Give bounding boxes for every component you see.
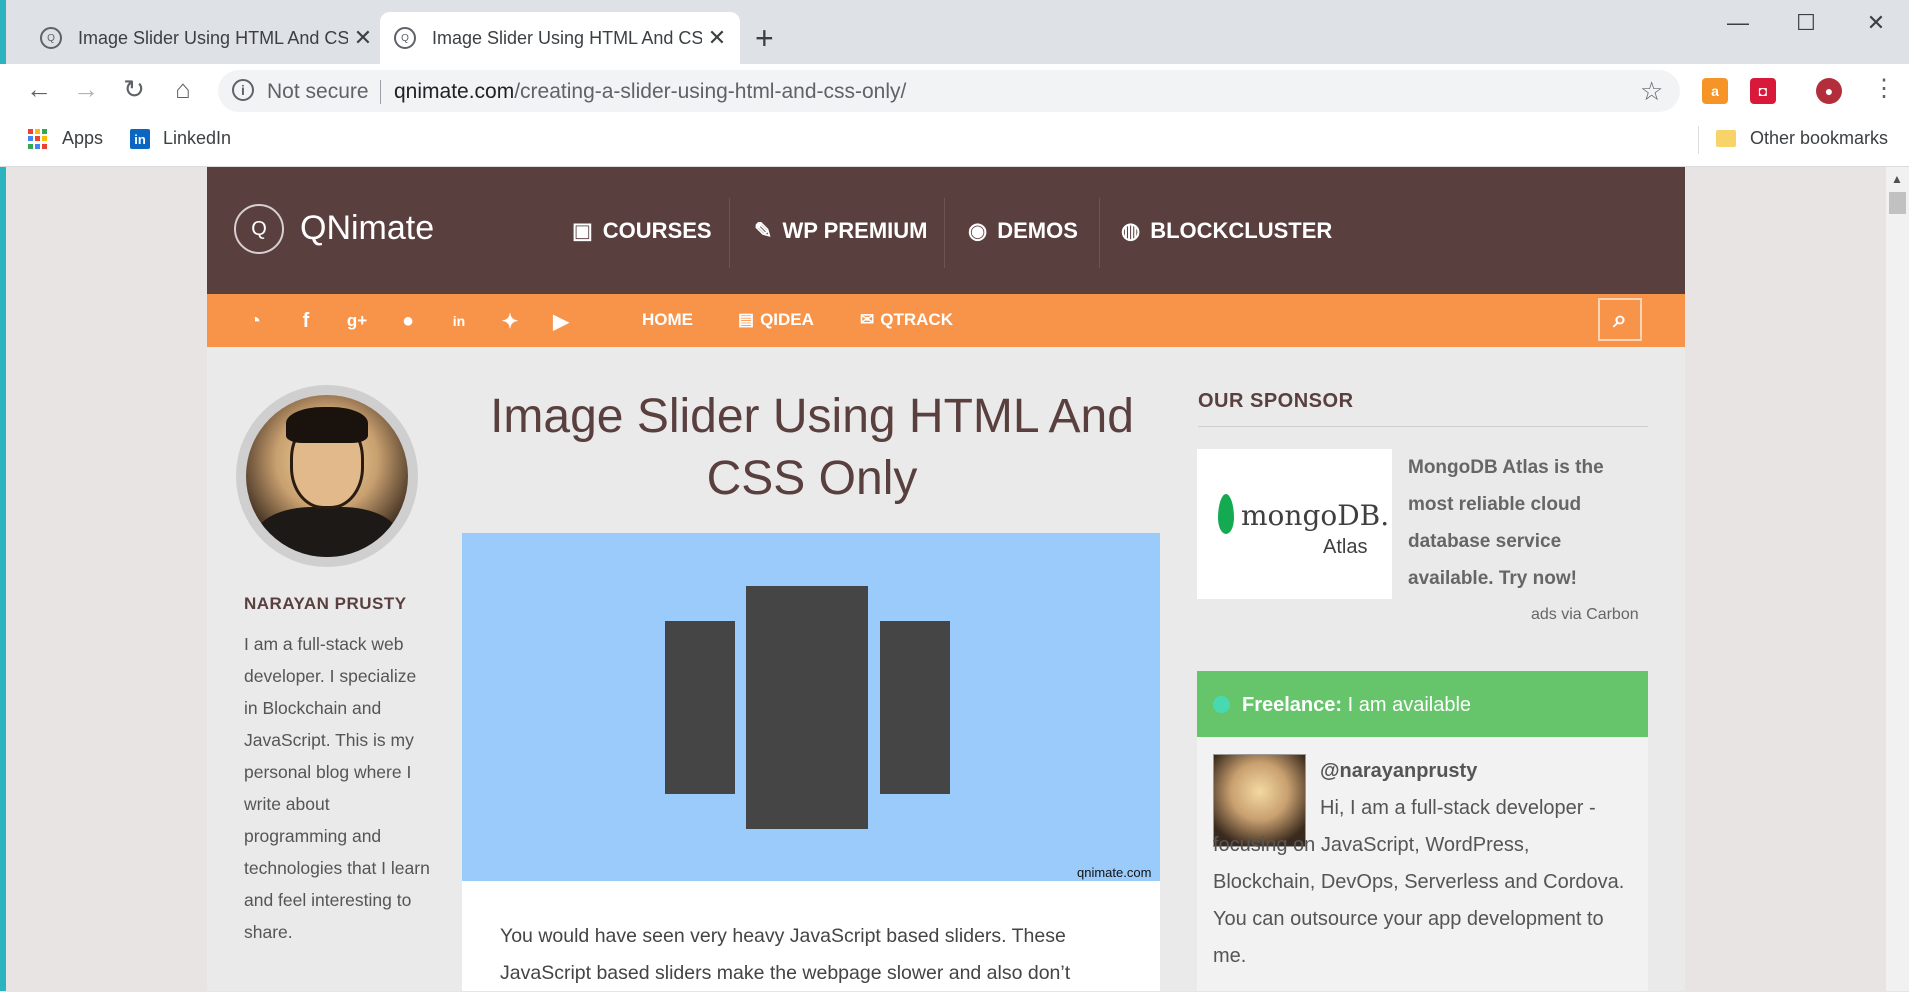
nav-label: COURSES [602, 217, 712, 243]
subnav-qidea[interactable]: ▤ QIDEA [738, 310, 814, 330]
omnibox-divider [380, 80, 381, 104]
rss-icon[interactable]: ◔ [240, 306, 270, 336]
maximize-icon[interactable]: ☐ [1786, 10, 1826, 36]
scrollbar-thumb[interactable] [1889, 192, 1906, 214]
bookmarks-separator [1698, 126, 1699, 154]
status-dot-icon [1213, 696, 1230, 713]
site-name[interactable]: QNimate [300, 209, 434, 248]
url-path: /creating-a-slider-using-html-and-css-on… [514, 80, 907, 103]
bookmarks-bar [0, 118, 1909, 167]
sponsor-divider [1198, 426, 1648, 427]
close-window-icon[interactable]: ✕ [1856, 10, 1896, 36]
home-icon[interactable]: ⌂ [166, 74, 200, 105]
nav-demos[interactable]: ◉ DEMOS [968, 167, 1078, 294]
browser-tab-1[interactable]: Q Image Slider Using HTML And CSS Only ✕ [26, 12, 386, 64]
linkedin-icon[interactable]: in [130, 129, 150, 149]
nav-separator [944, 198, 945, 268]
ad-text-link[interactable]: MongoDB Atlas is the most reliable cloud… [1408, 449, 1638, 597]
author-bio: I am a full-stack web developer. I speci… [244, 634, 430, 942]
globe-icon: ◍ [1121, 217, 1141, 243]
nav-wp-premium[interactable]: ✎ WP PREMIUM [754, 167, 927, 294]
nav-label: BLOCKCLUSTER [1150, 217, 1333, 243]
chrome-menu-icon[interactable]: ⋮ [1872, 74, 1896, 103]
qnimate-favicon-icon: Q [394, 27, 416, 49]
back-arrow-icon[interactable]: ← [22, 74, 56, 105]
ad-brand: mongoDB. [1241, 499, 1390, 532]
facebook-icon[interactable]: f [291, 306, 321, 336]
eye-icon: ◉ [968, 217, 988, 243]
subnav-label: QIDEA [760, 310, 814, 329]
page-scrollbar[interactable] [1886, 167, 1909, 991]
freelance-label: Freelance: [1242, 694, 1343, 716]
freelance-bio: Hi, I am a full-stack developer - focusi… [1213, 797, 1625, 967]
info-icon[interactable]: i [232, 79, 254, 101]
google-plus-icon[interactable]: g+ [342, 306, 372, 336]
new-tab-plus-icon[interactable]: + [755, 20, 774, 57]
apps-grid-icon[interactable] [28, 129, 48, 149]
film-icon: ▣ [572, 217, 593, 243]
twitter-icon[interactable]: ✦ [495, 306, 525, 336]
linkedin-icon[interactable]: in [444, 306, 474, 336]
youtube-icon[interactable]: ▶ [546, 306, 576, 336]
browser-tab-2-active[interactable]: Q Image Slider Using HTML And CSS Only ✕ [380, 12, 740, 64]
scroll-up-arrow-icon[interactable]: ▲ [1891, 172, 1903, 186]
forward-arrow-icon[interactable]: → [69, 74, 103, 105]
subnav-home[interactable]: HOME [642, 310, 693, 330]
tab-title: Image Slider Using HTML And CSS Only [432, 27, 702, 48]
featured-image [462, 533, 1160, 881]
newspaper-icon: ▤ [738, 310, 755, 329]
ads-via-link[interactable]: ads via Carbon [1531, 606, 1639, 624]
github-icon[interactable]: ● [393, 306, 423, 336]
mail-icon: ✉ [860, 310, 875, 329]
pocket-extension-icon[interactable]: ◘ [1750, 78, 1776, 104]
search-icon: ⌕ [1613, 305, 1627, 333]
profile-extension-icon[interactable]: ● [1816, 78, 1842, 104]
slide-thumb-center [746, 586, 868, 829]
bookmark-star-icon[interactable]: ☆ [1640, 76, 1663, 107]
close-tab-icon[interactable]: ✕ [702, 25, 732, 51]
close-tab-icon[interactable]: ✕ [348, 25, 378, 51]
subnav-label: HOME [642, 310, 693, 329]
freelance-status: Freelance: I am available [1242, 694, 1471, 717]
author-avatar [246, 395, 408, 557]
url-host: qnimate.com [394, 80, 515, 103]
twitter-handle[interactable]: @narayanprusty [1320, 760, 1477, 783]
qnimate-favicon-icon: Q [40, 27, 62, 49]
nav-blockcluster[interactable]: ◍ BLOCKCLUSTER [1121, 167, 1332, 294]
author-name: NARAYAN PRUSTY [244, 594, 407, 613]
nav-courses[interactable]: ▣ COURSES [572, 167, 712, 294]
post-title: Image Slider Using HTML And CSS Only [490, 390, 1134, 505]
nav-separator [1099, 198, 1100, 268]
search-button[interactable]: ⌕ [1598, 298, 1642, 341]
qnimate-logo-icon[interactable]: Q [234, 204, 284, 254]
folder-icon[interactable] [1716, 130, 1736, 147]
slide-thumb-left [665, 621, 735, 794]
nav-separator [729, 198, 730, 268]
amazon-assistant-icon[interactable]: a [1702, 78, 1728, 104]
post-intro: You would have seen very heavy JavaScrip… [500, 925, 1071, 984]
image-credit: qnimate.com [1077, 865, 1152, 880]
slide-thumb-right [880, 621, 950, 794]
minimize-icon[interactable]: — [1718, 10, 1758, 36]
subnav-label: QTRACK [880, 310, 953, 329]
nav-label: WP PREMIUM [782, 217, 928, 243]
url-text[interactable]: qnimate.com/creating-a-slider-using-html… [394, 80, 906, 104]
plug-icon: ✎ [754, 217, 773, 243]
reload-icon[interactable]: ↻ [117, 74, 151, 105]
bookmark-linkedin[interactable]: LinkedIn [163, 128, 231, 149]
ad-product: Atlas [1323, 536, 1368, 558]
subnav-qtrack[interactable]: ✉ QTRACK [860, 310, 953, 330]
mongodb-leaf-icon [1218, 494, 1234, 534]
security-label[interactable]: Not secure [267, 80, 369, 104]
freelance-availability: I am available [1347, 694, 1472, 716]
other-bookmarks[interactable]: Other bookmarks [1750, 128, 1888, 149]
nav-label: DEMOS [997, 217, 1078, 243]
sponsor-heading: OUR SPONSOR [1198, 390, 1354, 412]
tab-title: Image Slider Using HTML And CSS Only [78, 27, 348, 48]
bookmark-apps[interactable]: Apps [62, 128, 103, 149]
